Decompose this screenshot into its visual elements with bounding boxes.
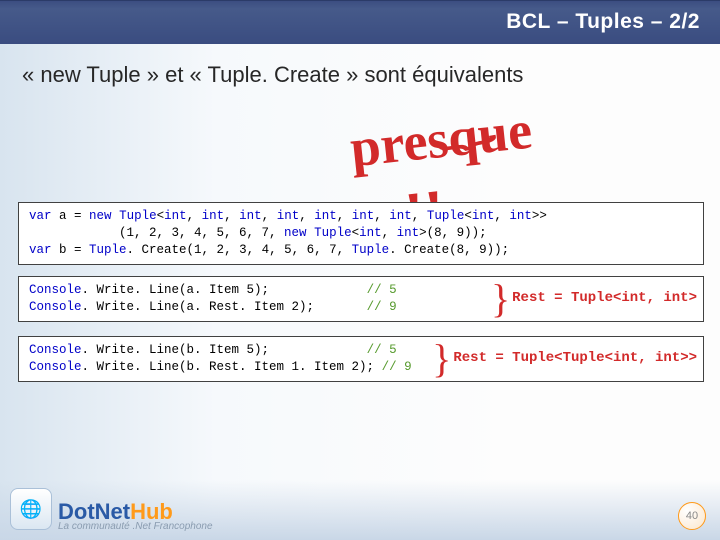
kw: int xyxy=(164,209,187,223)
kw: Console xyxy=(29,300,82,314)
kw: Tuple xyxy=(89,243,127,257)
t xyxy=(307,226,315,240)
t: . Write. Line(a. Item 5); xyxy=(82,283,270,297)
brace-icon: } xyxy=(491,272,510,326)
note-text: Rest = Tuple<int, int> xyxy=(512,289,697,308)
kw: Tuple xyxy=(427,209,465,223)
comment: // 5 xyxy=(367,283,397,297)
kw: int xyxy=(277,209,300,223)
kw: int xyxy=(397,226,420,240)
logo-badge: 🌐 xyxy=(10,488,52,530)
subtitle: « new Tuple » et « Tuple. Create » sont … xyxy=(22,62,523,88)
slide: BCL – Tuples – 2/2 « new Tuple » et « Tu… xyxy=(0,0,720,540)
t: a = xyxy=(52,209,90,223)
t: , xyxy=(494,209,509,223)
t: , xyxy=(337,209,352,223)
kw: int xyxy=(509,209,532,223)
slide-title: BCL – Tuples – 2/2 xyxy=(506,10,700,34)
t: , xyxy=(262,209,277,223)
t: , xyxy=(299,209,314,223)
t: . Create(1, 2, 3, 4, 5, 6, 7, xyxy=(127,243,352,257)
comment: // 9 xyxy=(367,300,397,314)
t: (1, 2, 3, 4, 5, 6, 7, xyxy=(29,226,284,240)
kw: Console xyxy=(29,283,82,297)
t: , xyxy=(187,209,202,223)
kw: new xyxy=(89,209,112,223)
brace-icon: } xyxy=(432,332,451,386)
t: . Write. Line(b. Item 5); xyxy=(82,343,270,357)
kw: Tuple xyxy=(352,243,390,257)
kw: int xyxy=(239,209,262,223)
tagline: La communauté .Net Francophone xyxy=(58,521,213,532)
note-2: } Rest = Tuple<Tuple<int, int>> xyxy=(432,332,697,386)
t: , xyxy=(412,209,427,223)
callout-word: presque xyxy=(347,99,535,180)
kw: int xyxy=(359,226,382,240)
code-block-1: var a = new Tuple<int, int, int, int, in… xyxy=(18,202,704,265)
t: . Write. Line(b. Rest. Item 1. Item 2); xyxy=(82,360,375,374)
kw: var xyxy=(29,209,52,223)
page-value: 40 xyxy=(686,510,698,522)
note-text: Rest = Tuple<Tuple<int, int>> xyxy=(453,349,697,368)
footer: 🌐 DotNetHub La communauté .Net Francopho… xyxy=(0,480,720,540)
kw: Tuple xyxy=(314,226,352,240)
kw: var xyxy=(29,243,52,257)
globe-icon: 🌐 xyxy=(20,499,42,520)
t: . Create(8, 9)); xyxy=(389,243,509,257)
t: , xyxy=(374,209,389,223)
comment: // 5 xyxy=(367,343,397,357)
title-bar: BCL – Tuples – 2/2 xyxy=(0,0,720,44)
note-1: } Rest = Tuple<int, int> xyxy=(491,272,697,326)
t: , xyxy=(382,226,397,240)
kw: new xyxy=(284,226,307,240)
code-block-2: Console. Write. Line(a. Item 5); // 5 Co… xyxy=(18,276,704,322)
t: , xyxy=(224,209,239,223)
kw: Console xyxy=(29,343,82,357)
t: < xyxy=(464,209,472,223)
t: b = xyxy=(52,243,90,257)
t: >> xyxy=(532,209,547,223)
t: < xyxy=(352,226,360,240)
kw: int xyxy=(389,209,412,223)
page-number: 40 xyxy=(678,502,706,530)
footer-logo: DotNetHub La communauté .Net Francophone xyxy=(58,499,213,532)
comment: // 9 xyxy=(382,360,412,374)
kw: int xyxy=(352,209,375,223)
t: . Write. Line(a. Rest. Item 2); xyxy=(82,300,315,314)
t: >(8, 9)); xyxy=(419,226,487,240)
kw: Console xyxy=(29,360,82,374)
kw: Tuple xyxy=(119,209,157,223)
code-block-3: Console. Write. Line(b. Item 5); // 5 Co… xyxy=(18,336,704,382)
kw: int xyxy=(202,209,225,223)
kw: int xyxy=(314,209,337,223)
kw: int xyxy=(472,209,495,223)
t: < xyxy=(157,209,165,223)
t xyxy=(112,209,120,223)
